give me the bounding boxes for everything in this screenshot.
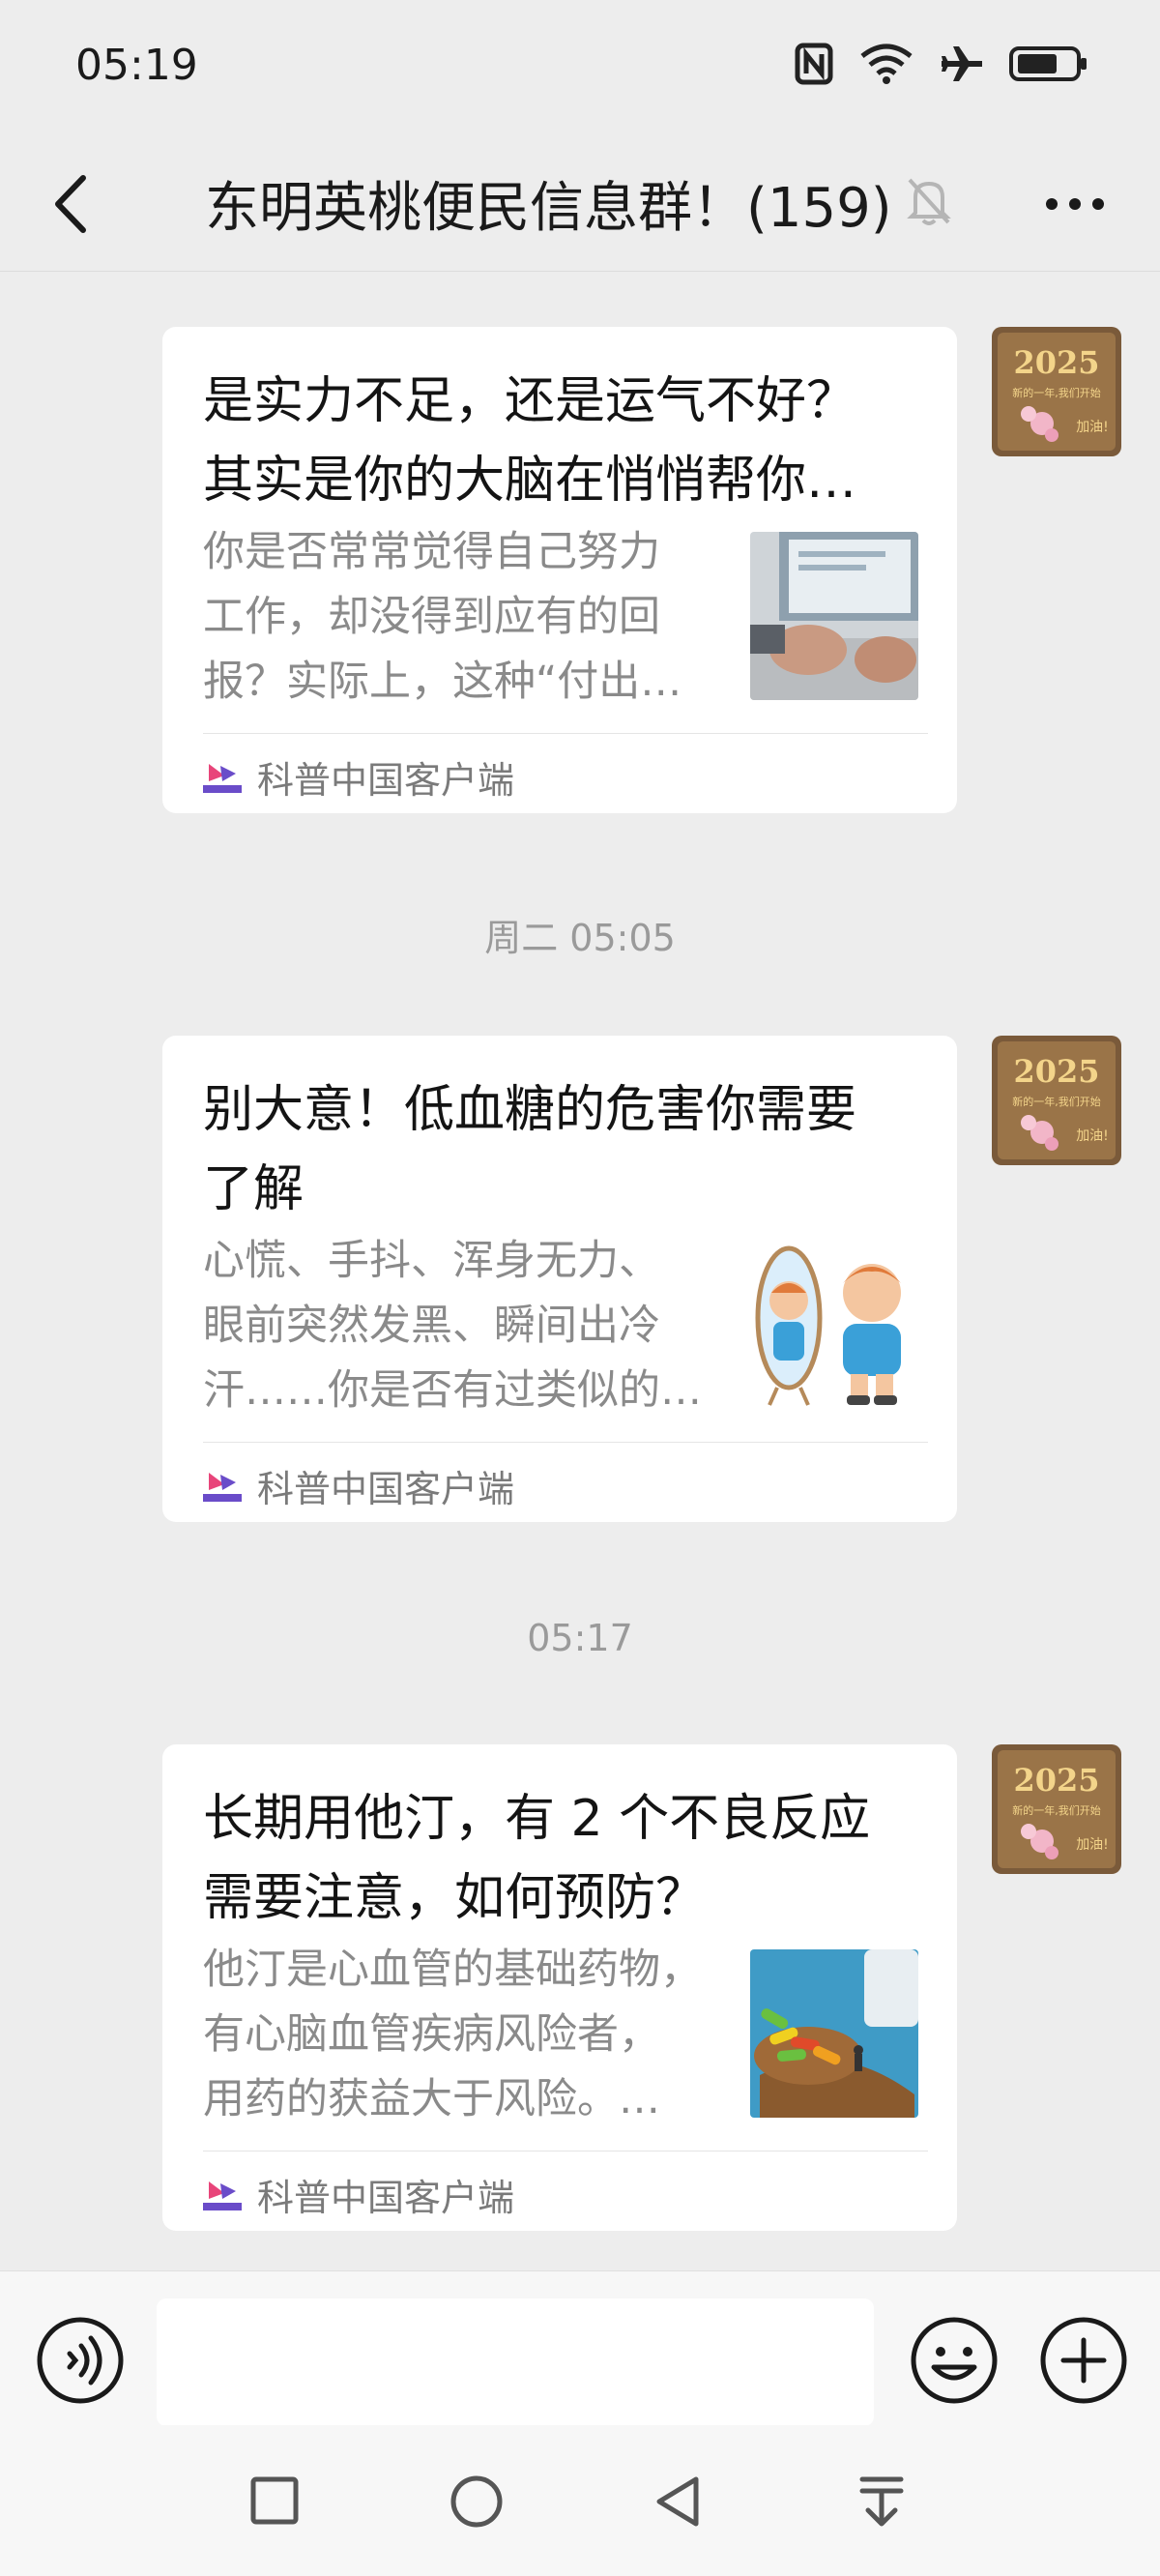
recents-icon[interactable] xyxy=(247,2474,302,2532)
article-title-line: 需要注意，如何预防？ xyxy=(203,1869,707,1927)
article-summary-line: 汗……你是否有过类似的… xyxy=(203,1366,702,1415)
article-card[interactable]: 别大意！低血糖的危害你需要 了解 心慌、手抖、浑身无力、 眼前突然发黑、瞬间出冷… xyxy=(162,1036,957,1522)
message-timestamp: 周二 05:05 xyxy=(484,917,676,959)
nfc-icon xyxy=(795,43,833,85)
avatar-line1: 新的一年,我们开始 xyxy=(1012,1803,1101,1817)
card-divider xyxy=(203,2151,928,2152)
article-title-line: 别大意！低血糖的危害你需要 xyxy=(203,1081,857,1139)
article-title-line: 其实是你的大脑在悄悄帮你… xyxy=(203,452,857,510)
article-summary: 他汀是心血管的基础药物， 有心脑血管疾病风险者， 用药的获益大于风险。… xyxy=(203,1938,725,2132)
article-summary: 心慌、手抖、浑身无力、 眼前突然发黑、瞬间出冷 汗……你是否有过类似的… xyxy=(203,1229,725,1423)
avatar-line1: 新的一年,我们开始 xyxy=(1012,386,1101,399)
avatar-line2: 加油! xyxy=(1076,420,1109,435)
plus-icon[interactable] xyxy=(1038,2315,1129,2410)
chat-header: 东明英桃便民信息群！(159) xyxy=(0,135,1160,272)
system-nav-bar xyxy=(0,2425,1160,2576)
wifi-icon xyxy=(858,43,914,85)
chat-messages: 是实力不足，还是运气不好？ 其实是你的大脑在悄悄帮你… 你是否常常觉得自己努力 … xyxy=(0,272,1160,2270)
card-divider xyxy=(203,1442,928,1443)
article-card[interactable]: 长期用他汀，有 2 个不良反应 需要注意，如何预防？ 他汀是心血管的基础药物， … xyxy=(162,1744,957,2231)
article-card[interactable]: 是实力不足，还是运气不好？ 其实是你的大脑在悄悄帮你… 你是否常常觉得自己努力 … xyxy=(162,327,957,813)
avatar-year: 2025 xyxy=(1013,344,1099,381)
article-summary-line: 他汀是心血管的基础药物， xyxy=(203,1946,702,1994)
article-title-line: 长期用他汀，有 2 个不良反应 xyxy=(203,1790,871,1848)
article-summary-line: 有心脑血管疾病风险者， xyxy=(203,2010,660,2059)
article-source-name: 科普中国客户端 xyxy=(257,759,515,802)
voice-icon[interactable] xyxy=(35,2315,126,2410)
article-summary-line: 心慌、手抖、浑身无力、 xyxy=(203,1237,660,1285)
avatar[interactable]: 2025 新的一年,我们开始 加油! xyxy=(992,1744,1121,1874)
chat-title: 东明英桃便民信息群！(159) xyxy=(205,177,892,240)
article-thumbnail xyxy=(750,532,918,700)
article-title: 是实力不足，还是运气不好？ 其实是你的大脑在悄悄帮你… xyxy=(203,362,918,520)
avatar-year: 2025 xyxy=(1013,1053,1099,1090)
article-summary-line: 工作，却没得到应有的回 xyxy=(203,593,660,641)
battery-icon xyxy=(1009,44,1088,83)
message-timestamp: 05:17 xyxy=(527,1617,633,1659)
article-summary-line: 报？实际上，这种“付出… xyxy=(203,658,682,706)
back-icon[interactable] xyxy=(39,161,106,248)
article-summary-line: 你是否常常觉得自己努力 xyxy=(203,528,660,576)
back-triangle-icon[interactable] xyxy=(652,2474,706,2533)
input-bar xyxy=(0,2270,1160,2426)
article-source-name: 科普中国客户端 xyxy=(257,1468,515,1510)
article-title-line: 了解 xyxy=(203,1160,304,1218)
more-icon[interactable] xyxy=(1036,170,1114,238)
avatar[interactable]: 2025 新的一年,我们开始 加油! xyxy=(992,1036,1121,1165)
article-summary-line: 用药的获益大于风险。… xyxy=(203,2075,660,2123)
article-source: 科普中国客户端 xyxy=(203,750,514,804)
kepu-logo-icon xyxy=(203,1470,242,1503)
airplane-icon xyxy=(940,43,984,85)
status-bar: 05:19 xyxy=(0,0,1160,135)
article-title: 别大意！低血糖的危害你需要 了解 xyxy=(203,1070,918,1229)
article-summary: 你是否常常觉得自己努力 工作，却没得到应有的回 报？实际上，这种“付出… xyxy=(203,520,725,715)
article-summary-line: 眼前突然发黑、瞬间出冷 xyxy=(203,1302,660,1350)
kepu-logo-icon xyxy=(203,761,242,794)
kepu-logo-icon xyxy=(203,2179,242,2211)
avatar-line2: 加油! xyxy=(1076,1837,1109,1853)
card-divider xyxy=(203,733,928,734)
message-input[interactable] xyxy=(157,2298,874,2426)
article-thumbnail xyxy=(750,1241,918,1409)
article-title-line: 是实力不足，还是运气不好？ xyxy=(203,372,857,430)
article-source-name: 科普中国客户端 xyxy=(257,2177,515,2219)
avatar-line1: 新的一年,我们开始 xyxy=(1012,1095,1101,1108)
article-thumbnail xyxy=(750,1949,918,2118)
article-source: 科普中国客户端 xyxy=(203,1459,514,1512)
mute-bell-icon xyxy=(904,174,954,232)
status-icons xyxy=(795,43,1088,85)
article-title: 长期用他汀，有 2 个不良反应 需要注意，如何预防？ xyxy=(203,1779,918,1938)
notification-pull-icon[interactable] xyxy=(855,2474,909,2533)
avatar[interactable]: 2025 新的一年,我们开始 加油! xyxy=(992,327,1121,456)
emoji-icon[interactable] xyxy=(909,2315,1000,2410)
status-time: 05:19 xyxy=(75,41,198,90)
avatar-line2: 加油! xyxy=(1076,1128,1109,1144)
avatar-year: 2025 xyxy=(1013,1762,1099,1799)
article-source: 科普中国客户端 xyxy=(203,2168,514,2221)
home-icon[interactable] xyxy=(449,2474,505,2533)
